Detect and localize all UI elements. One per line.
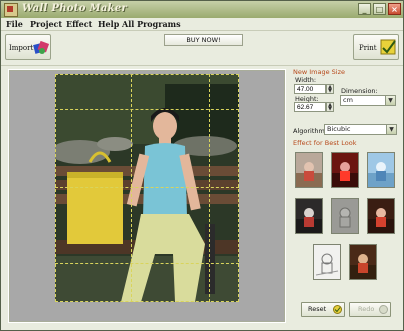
menu-all-programs[interactable]: All Programs <box>122 19 181 29</box>
grid-line-bottom <box>55 301 239 302</box>
dimension-label: Dimension: <box>341 87 378 95</box>
effects-heading: Effect for Best Look <box>293 139 357 147</box>
grid-line-right <box>238 74 239 302</box>
buy-now-button[interactable]: BUY NOW! <box>164 34 243 46</box>
title-bar[interactable]: Wall Photo Maker _ □ × <box>1 1 403 19</box>
window-title: Wall Photo Maker <box>22 3 128 14</box>
maximize-button[interactable]: □ <box>373 3 386 15</box>
algorithm-label: Algorithm: <box>293 127 328 135</box>
import-icon <box>33 40 50 54</box>
effect-sketch-image <box>314 245 340 279</box>
effect-sepia-image <box>350 245 376 279</box>
reset-label: Reset <box>308 305 327 313</box>
print-icon <box>380 39 396 55</box>
effect-red-image <box>332 153 358 187</box>
grid-line-h2 <box>55 187 239 188</box>
algorithm-dropdown[interactable]: Bicubic ▼ <box>324 124 397 135</box>
grid-line-v1 <box>131 74 132 302</box>
redo-icon <box>379 305 388 314</box>
reset-icon <box>333 305 342 314</box>
print-label: Print <box>359 44 377 52</box>
reset-button[interactable]: Reset <box>301 302 345 317</box>
minimize-button[interactable]: _ <box>358 3 371 15</box>
height-spinner[interactable]: ▲ ▼ <box>326 102 334 112</box>
width-field[interactable] <box>294 84 326 94</box>
dimension-value: cm <box>343 96 353 104</box>
effect-thumb-blue[interactable] <box>367 152 395 188</box>
effect-normal-image <box>296 153 322 187</box>
width-spinner[interactable]: ▲ ▼ <box>326 84 334 94</box>
size-heading: New Image Size <box>293 68 346 76</box>
effect-warm-image <box>368 199 394 233</box>
import-button[interactable]: Import <box>5 34 51 60</box>
effect-thumb-sketch[interactable] <box>313 244 341 280</box>
grid-line-v2 <box>209 74 210 302</box>
dimension-dropdown[interactable]: cm ▼ <box>340 95 396 106</box>
grid-line-h3 <box>55 263 239 264</box>
effect-thumb-dark[interactable] <box>295 198 323 234</box>
effect-thumb-red[interactable] <box>331 152 359 188</box>
effect-blue-image <box>368 153 394 187</box>
menu-bar: File Project Effect Help All Programs <box>1 18 403 30</box>
chevron-down-icon[interactable]: ▼ <box>385 96 395 105</box>
menu-file[interactable]: File <box>6 19 23 29</box>
redo-button[interactable]: Redo <box>349 302 391 317</box>
width-label: Width: <box>295 76 317 84</box>
redo-label: Redo <box>358 305 375 313</box>
menu-effect[interactable]: Effect <box>66 19 92 29</box>
print-button[interactable]: Print <box>353 34 399 60</box>
height-field[interactable] <box>294 102 326 112</box>
chevron-down-icon[interactable]: ▼ <box>386 125 396 134</box>
effect-thumb-normal[interactable] <box>295 152 323 188</box>
grid-line-left <box>55 74 56 302</box>
close-button[interactable]: × <box>388 3 401 15</box>
menu-help[interactable]: Help <box>98 19 119 29</box>
effect-thumb-sepia[interactable] <box>349 244 377 280</box>
effect-thumb-emboss[interactable] <box>331 198 359 234</box>
effect-thumb-warm[interactable] <box>367 198 395 234</box>
menu-project[interactable]: Project <box>30 19 62 29</box>
app-icon <box>4 3 18 17</box>
effect-emboss-image <box>332 199 358 233</box>
grid-line-h1 <box>55 109 239 110</box>
grid-line-top <box>55 74 239 75</box>
import-label: Import <box>9 44 34 52</box>
app-window: Wall Photo Maker _ □ × File Project Effe… <box>0 0 404 331</box>
effect-dark-image <box>296 199 322 233</box>
algorithm-value: Bicubic <box>327 125 351 133</box>
